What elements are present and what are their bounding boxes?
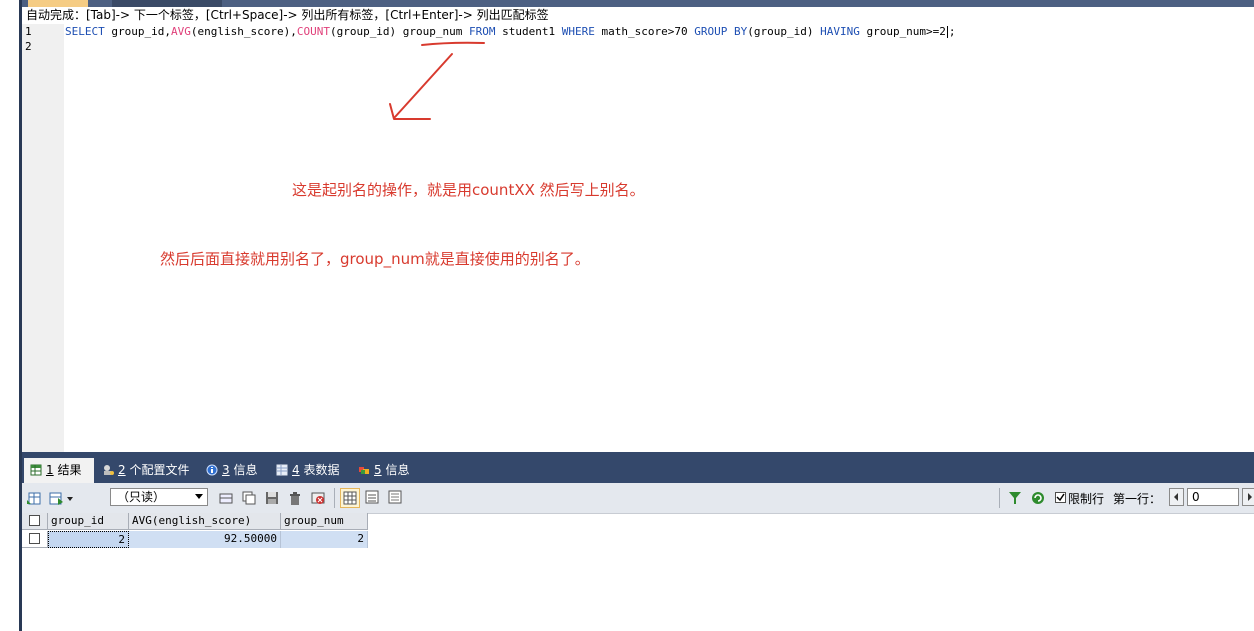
result-grid-icon: [30, 460, 42, 476]
limit-rows-checkbox[interactable]: [1055, 492, 1066, 503]
text-view-button[interactable]: [386, 488, 406, 508]
select-all-corner[interactable]: [22, 513, 48, 530]
column-header[interactable]: AVG(english_score): [129, 513, 281, 530]
column-header[interactable]: group_id: [48, 513, 129, 530]
info-icon: [206, 460, 218, 476]
row-selector[interactable]: [22, 531, 48, 548]
results-toolbar: （只读） 限制行 第一行： 0: [22, 483, 1254, 514]
copy-row-icon[interactable]: [241, 490, 257, 506]
first-row-label: 第一行：: [1113, 492, 1162, 506]
export-icon[interactable]: [26, 490, 42, 506]
tab-table-data[interactable]: 4 表数据: [270, 458, 350, 483]
annotation-note-2: 然后后面直接就用别名了，group_num就是直接使用的别名了。: [160, 250, 590, 268]
table-cell[interactable]: 2: [48, 531, 129, 548]
annotation-note-1: 这是起别名的操作，就是用countXX 然后写上别名。: [292, 181, 645, 199]
prev-page-button[interactable]: [1169, 488, 1184, 506]
toolbar-separator: [334, 488, 335, 508]
table-data-icon: [276, 460, 288, 476]
table-cell[interactable]: 2: [281, 531, 368, 548]
column-header[interactable]: group_num: [281, 513, 368, 530]
tab-info[interactable]: 3 信息: [200, 458, 266, 483]
delete-icon[interactable]: [287, 490, 303, 506]
select-all-checkbox[interactable]: [29, 515, 40, 526]
results-tab-bar: 1 结果 2 个配置文件 3 信息 4 表数据 5 信息: [22, 452, 1254, 483]
tab-results[interactable]: 1 结果: [24, 458, 94, 483]
refresh-icon[interactable]: [1030, 490, 1046, 506]
tab-messages[interactable]: 5 信息: [352, 458, 418, 483]
info-icon: [358, 460, 370, 474]
filter-icon[interactable]: [1007, 490, 1023, 506]
limit-rows-label: 限制行: [1068, 492, 1105, 506]
save-icon[interactable]: [264, 490, 280, 506]
next-page-button[interactable]: [1242, 488, 1254, 506]
grid-view-button[interactable]: [340, 488, 360, 508]
insert-row-icon[interactable]: [218, 490, 234, 506]
chevron-down-icon: [195, 494, 203, 499]
discard-changes-icon[interactable]: [310, 490, 326, 506]
tab-profiles[interactable]: 2 个配置文件: [96, 458, 196, 483]
result-mode-select[interactable]: （只读）: [110, 488, 208, 506]
form-view-button[interactable]: [363, 488, 383, 508]
row-checkbox[interactable]: [29, 533, 40, 544]
profile-icon: [102, 460, 114, 475]
first-row-input[interactable]: 0: [1187, 488, 1239, 506]
table-cell[interactable]: 92.50000: [129, 531, 281, 548]
toolbar-separator: [999, 488, 1000, 508]
import-dropdown-icon[interactable]: [48, 490, 74, 506]
